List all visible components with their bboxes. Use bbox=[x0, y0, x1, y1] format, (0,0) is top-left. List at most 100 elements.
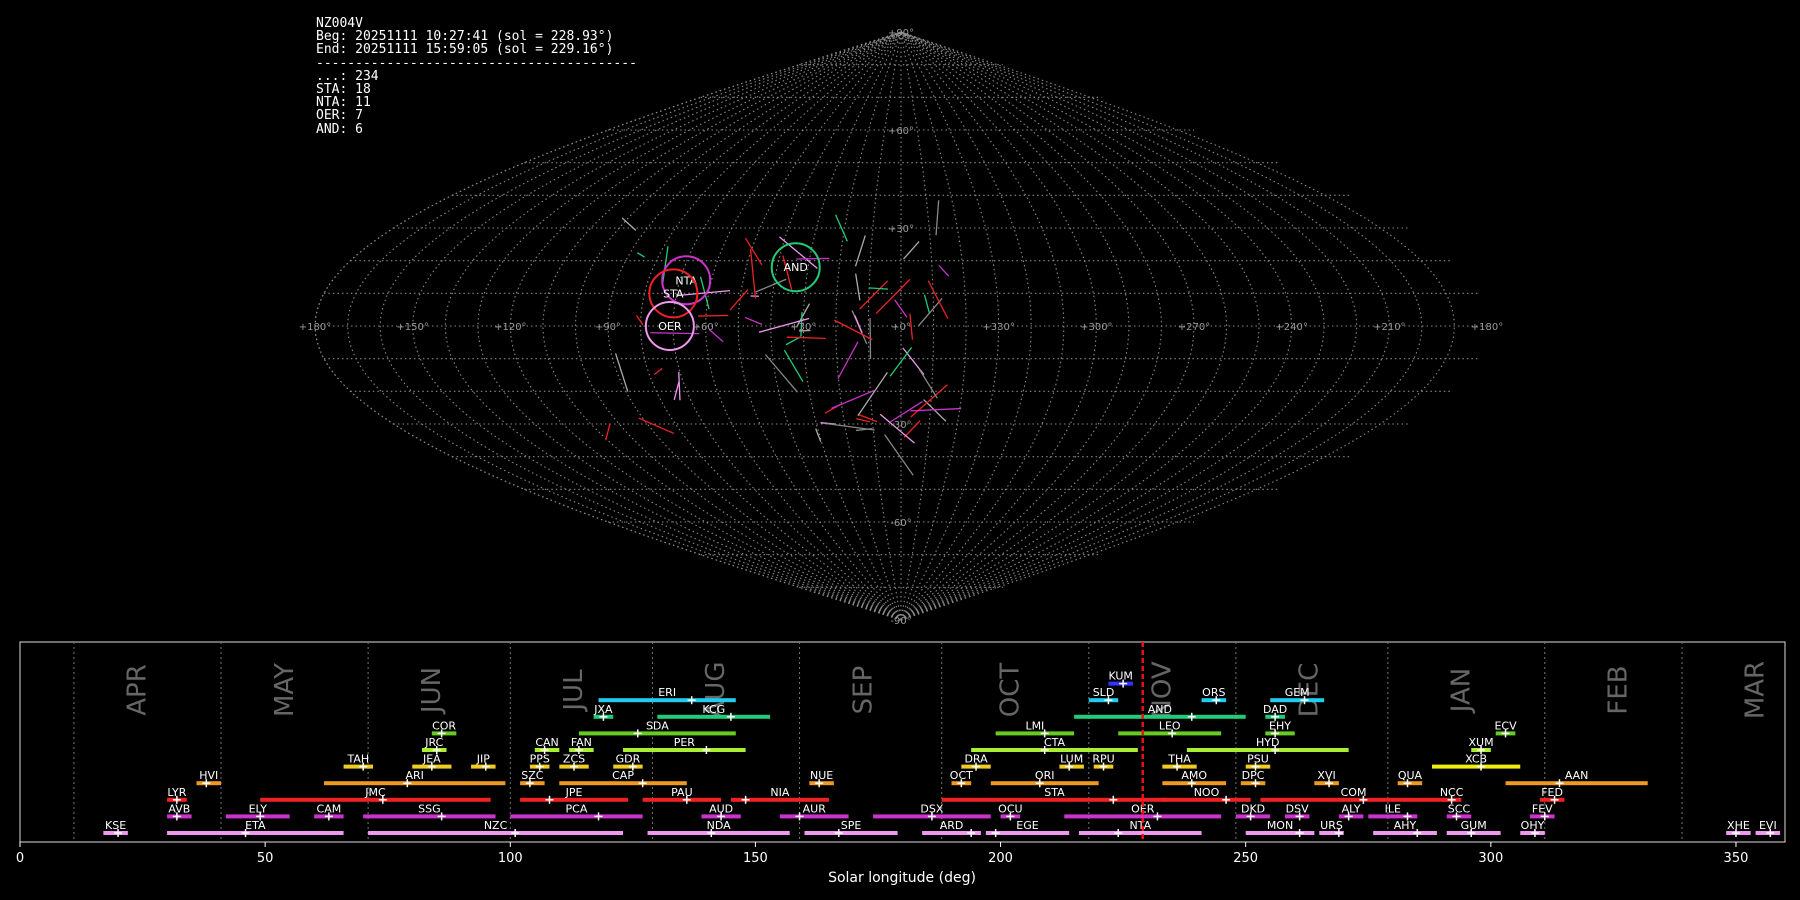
shower-label-aud: AUD bbox=[709, 802, 733, 815]
longitude-tick-label: +180° bbox=[299, 322, 331, 333]
longitude-tick-label: +210° bbox=[1373, 322, 1405, 333]
shower-label-ile: ILE bbox=[1385, 802, 1401, 815]
meteor-track bbox=[605, 423, 611, 441]
shower-label-fan: FAN bbox=[571, 736, 592, 749]
shower-label-eri: ERI bbox=[658, 686, 676, 699]
shower-label-szc: SZC bbox=[521, 769, 544, 782]
shower-label-lyr: LYR bbox=[167, 786, 186, 799]
shower-label-ssg: SSG bbox=[418, 802, 441, 815]
shower-label-psu: PSU bbox=[1247, 753, 1269, 766]
meteor-track bbox=[678, 371, 681, 401]
meteor-track bbox=[855, 427, 873, 432]
meteor-track bbox=[856, 417, 871, 423]
shower-label-evi: EVI bbox=[1759, 819, 1777, 832]
shower-label-xhe: XHE bbox=[1727, 819, 1750, 832]
shower-label-tha: THA bbox=[1167, 753, 1191, 766]
shower-label-jea: JEA bbox=[422, 753, 441, 766]
shower-label-ocu: OCU bbox=[998, 802, 1022, 815]
meteor-track bbox=[783, 349, 804, 382]
shower-label-hyd: HYD bbox=[1256, 736, 1279, 749]
shower-label-scc: SCC bbox=[1448, 802, 1471, 815]
shower-label-jpe: JPE bbox=[565, 786, 583, 799]
shower-label-gum: GUM bbox=[1461, 819, 1487, 832]
shower-label-aur: AUR bbox=[803, 802, 827, 815]
longitude-tick-label: +300° bbox=[1080, 322, 1112, 333]
meteor-track bbox=[902, 241, 920, 260]
longitude-gridline bbox=[347, 31, 902, 621]
meteor-track bbox=[764, 354, 798, 393]
shower-label-lmi: LMI bbox=[1025, 719, 1044, 732]
shower-label-kum: KUM bbox=[1108, 670, 1132, 683]
shower-label-ari: ARI bbox=[405, 769, 423, 782]
meteor-track bbox=[729, 289, 749, 311]
shower-label-aly: ALY bbox=[1342, 802, 1361, 815]
meteor-track bbox=[857, 372, 888, 417]
shower-label-lum: LUM bbox=[1060, 753, 1083, 766]
shower-label-ahy: AHY bbox=[1394, 819, 1417, 832]
meteor-track bbox=[835, 214, 848, 242]
shower-label-pps: PPS bbox=[530, 753, 550, 766]
shower-label-pau: PAU bbox=[671, 786, 693, 799]
shower-label-dkd: DKD bbox=[1241, 802, 1265, 815]
shower-label-nue: NUE bbox=[810, 769, 833, 782]
shower-label-gem: GEM bbox=[1285, 686, 1310, 699]
shower-label-rpu: RPU bbox=[1092, 753, 1114, 766]
shower-label-nta: NTA bbox=[1129, 819, 1151, 832]
latitude-tick-label: +30° bbox=[888, 224, 914, 235]
shower-label-ege: EGE bbox=[1016, 819, 1038, 832]
meteor-track bbox=[749, 249, 757, 299]
shower-label-pca: PCA bbox=[566, 802, 588, 815]
meteor-track bbox=[894, 299, 908, 318]
shower-label-qua: QUA bbox=[1398, 769, 1423, 782]
month-label-jul: JUL bbox=[559, 669, 589, 713]
shower-radiant-circles: NTASTAOERAND bbox=[644, 242, 821, 351]
meteor-track bbox=[635, 315, 644, 326]
meteor-track bbox=[837, 341, 859, 379]
shower-label-aan: AAN bbox=[1565, 769, 1589, 782]
shower-label-ncc: NCC bbox=[1440, 786, 1464, 799]
meteor-track bbox=[938, 265, 950, 277]
meteor-track bbox=[786, 336, 826, 340]
shower-label-amo: AMO bbox=[1181, 769, 1207, 782]
latitude-tick-label: +60° bbox=[888, 126, 914, 137]
latitude-tick-label: -60° bbox=[890, 518, 911, 529]
shower-label-kcg: KCG bbox=[702, 703, 725, 716]
x-axis: 0 50 100 150 200 250 300 350 bbox=[16, 842, 1748, 866]
meteor-track bbox=[854, 235, 866, 267]
meteor-track bbox=[833, 319, 873, 341]
shower-label-com: COM bbox=[1341, 786, 1367, 799]
longitude-tick-label: +30° bbox=[790, 322, 816, 333]
meteor-track bbox=[638, 417, 675, 435]
x-tick-label: 200 bbox=[988, 851, 1013, 866]
shower-activity-timeline: APR MAY JUN JUL AUG SEP OCT NOV DEC JAN FEB MAR KUM… bbox=[16, 641, 1786, 886]
shower-label-gdr: GDR bbox=[616, 753, 641, 766]
shower-label-sld: SLD bbox=[1093, 686, 1115, 699]
shower-label-jip: JIP bbox=[476, 753, 490, 766]
month-label-apr: APR bbox=[123, 664, 153, 716]
month-label-oct: OCT bbox=[995, 663, 1025, 718]
month-label-may: MAY bbox=[270, 663, 300, 717]
shower-label-hvi: HVI bbox=[199, 769, 218, 782]
shower-label-eta: ETA bbox=[245, 819, 266, 832]
shower-label-xcb: XCB bbox=[1465, 753, 1487, 766]
latitude-tick-label: +90° bbox=[888, 28, 914, 39]
meteor-track bbox=[859, 280, 889, 310]
shower-label-urs: URS bbox=[1320, 819, 1343, 832]
longitude-tick-label: +90° bbox=[595, 322, 621, 333]
month-label-sep: SEP bbox=[848, 666, 878, 715]
meteor-track bbox=[875, 278, 911, 315]
month-label-jun: JUN bbox=[417, 667, 447, 715]
shower-label-per: PER bbox=[674, 736, 696, 749]
radiant-label-and: AND bbox=[784, 261, 808, 274]
meteor-track bbox=[698, 314, 729, 317]
shower-label-ohy: OHY bbox=[1521, 819, 1545, 832]
shower-label-mon: MON bbox=[1267, 819, 1293, 832]
meteor-track bbox=[935, 200, 940, 236]
shower-label-dsv: DSV bbox=[1286, 802, 1309, 815]
month-label-jan: JAN bbox=[1446, 668, 1476, 714]
x-tick-label: 300 bbox=[1478, 851, 1503, 866]
shower-label-cap: CAP bbox=[612, 769, 634, 782]
shower-label-nia: NIA bbox=[770, 786, 789, 799]
shower-label-leo: LEO bbox=[1159, 719, 1181, 732]
shower-label-avb: AVB bbox=[168, 802, 190, 815]
